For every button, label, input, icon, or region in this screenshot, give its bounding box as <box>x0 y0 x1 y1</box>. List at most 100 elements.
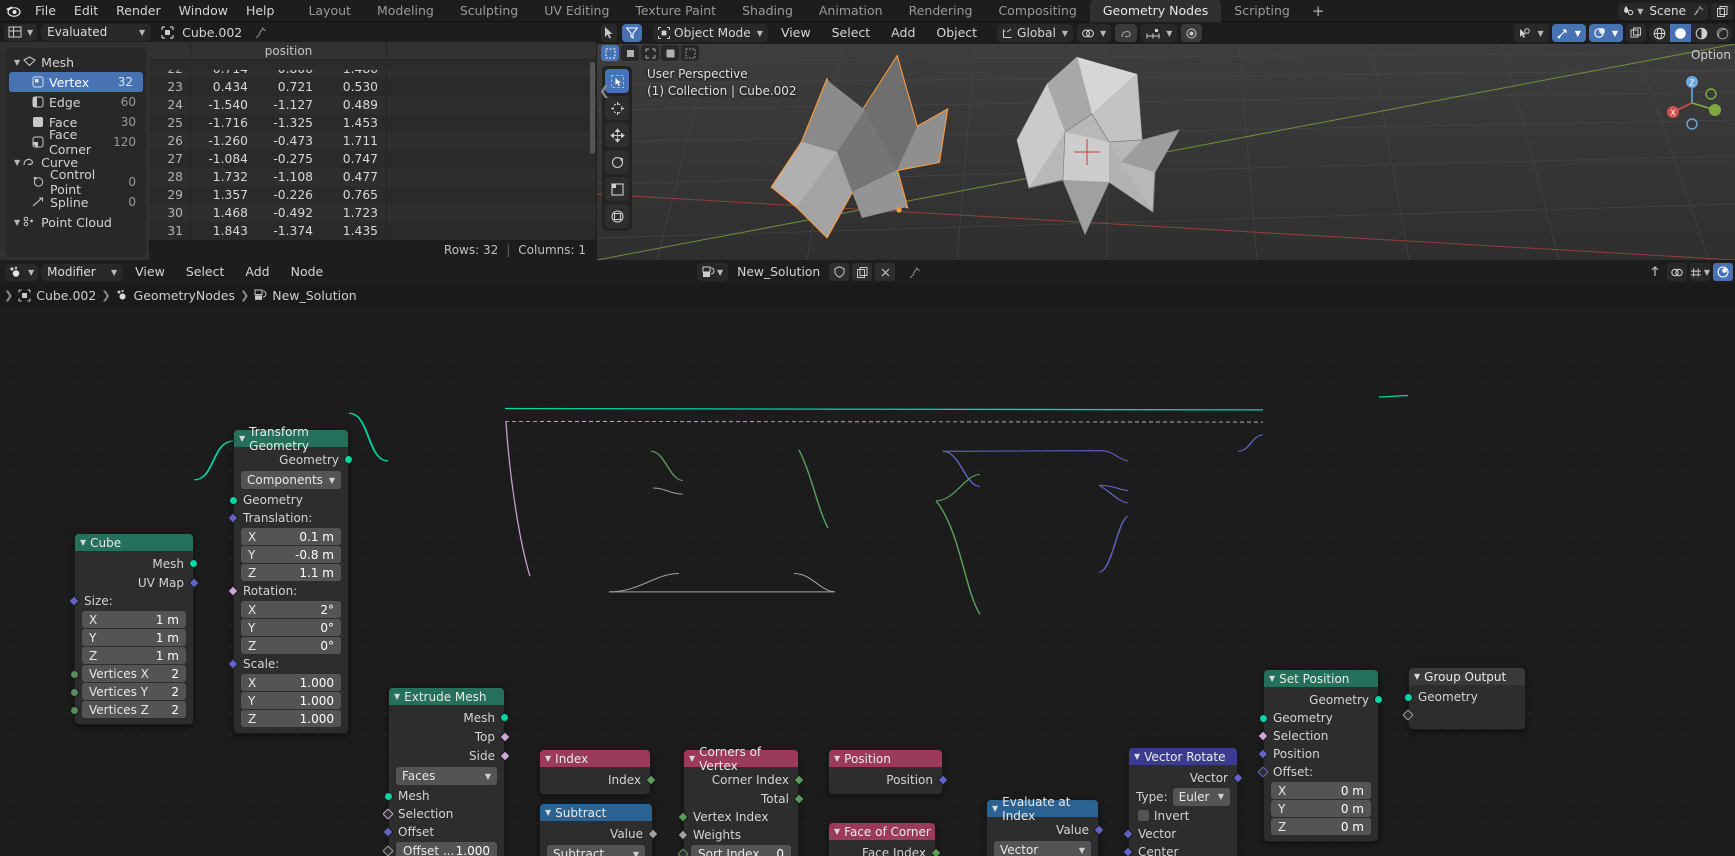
spreadsheet-row[interactable]: 31 1.843 -1.374 1.435 <box>149 222 596 240</box>
node-field-row[interactable]: Vertices X 2 <box>70 665 193 682</box>
node-value-field[interactable]: X 0 m <box>1271 782 1371 799</box>
node-output-socket[interactable] <box>189 559 198 568</box>
node-input-row[interactable]: Vector <box>1122 825 1237 843</box>
gizmo-toggle[interactable]: ▼ <box>1551 24 1586 42</box>
node-editor-pin-icon[interactable] <box>908 266 921 279</box>
node-transform[interactable]: ▼ Transform Geometry Geometry Components ▼ Ge… <box>227 425 353 734</box>
node-output-row[interactable]: Top <box>389 727 511 746</box>
spreadsheet-row[interactable]: 29 1.357 -0.226 0.765 <box>149 186 596 204</box>
node-input-row[interactable]: Translation: <box>227 509 348 527</box>
node-output-row[interactable]: Total <box>684 789 805 808</box>
node-output-row[interactable]: Corner Index <box>684 770 805 789</box>
node-header[interactable]: ▼ Corners of Vertex <box>684 745 798 773</box>
workspace-tab-sculpting[interactable]: Sculpting <box>447 0 531 22</box>
spreadsheet-tree-item-face-corner[interactable]: Face Corner 120 <box>6 127 146 157</box>
node-field-row[interactable]: Vertices Y 2 <box>70 683 193 700</box>
menu-render[interactable]: Render <box>107 0 170 22</box>
node-collapse-chevron-icon[interactable]: ▼ <box>1134 752 1140 761</box>
node-output-socket[interactable] <box>647 827 659 840</box>
node-type-row[interactable]: Type: Euler ▼ <box>1129 787 1237 806</box>
node-value-field[interactable]: Vertices Y 2 <box>82 683 186 700</box>
select-box-mode[interactable] <box>601 45 619 61</box>
node-value-field[interactable]: Vertices Z 2 <box>82 701 186 718</box>
overlays-toggle[interactable]: ▼ <box>1588 24 1623 42</box>
node-input-socket[interactable] <box>1259 714 1268 723</box>
workspace-tab-animation[interactable]: Animation <box>806 0 896 22</box>
node-input-row[interactable]: Weights <box>677 826 798 844</box>
node-field-row[interactable]: X 0 m <box>1264 782 1378 799</box>
pin-icon[interactable] <box>1692 5 1704 17</box>
node-field-row[interactable]: X 2° <box>234 601 348 618</box>
node-value-field[interactable]: Z 0 m <box>1271 818 1371 835</box>
node-input-socket[interactable] <box>70 688 79 697</box>
node-field-row[interactable]: Z 0° <box>234 637 348 654</box>
snapping-button[interactable] <box>1667 263 1687 281</box>
node-input-row[interactable]: Selection <box>1257 727 1378 745</box>
node-cube[interactable]: ▼ Cube Mesh UV Map Size: X 1 m Y 1 m Z 1 m Vertices… <box>68 533 200 725</box>
unlink-node-tree-button[interactable] <box>875 263 896 281</box>
node-dropdown[interactable]: Components ▼ <box>241 471 341 489</box>
node-dropdown[interactable]: Vector ▼ <box>994 841 1091 856</box>
tree-expand-chevron-icon[interactable]: ▼ <box>14 218 20 227</box>
node-output-socket[interactable] <box>499 749 511 762</box>
spreadsheet-row[interactable]: 30 1.468 -0.492 1.723 <box>149 204 596 222</box>
node-checkbox-row[interactable]: Invert <box>1129 806 1237 825</box>
filter-toggle-button[interactable] <box>622 24 642 42</box>
node-value-field[interactable]: X 0.1 m <box>241 528 341 545</box>
viewport-menu-view[interactable]: View <box>773 22 819 44</box>
node-header[interactable]: ▼ Evaluate at Index <box>987 795 1098 823</box>
node-position[interactable]: ▼ Position Position <box>828 749 949 795</box>
node-output-socket[interactable] <box>937 773 949 786</box>
node-input-row[interactable]: Geometry <box>1404 688 1525 706</box>
node-menu-view[interactable]: View <box>126 260 174 284</box>
node-input-socket[interactable] <box>68 595 80 607</box>
select-circle-mode[interactable] <box>681 45 699 61</box>
node-header[interactable]: ▼ Set Position <box>1264 670 1378 687</box>
node-value-field[interactable]: Offset ... 1.000 <box>396 842 497 856</box>
node-input-socket[interactable] <box>227 658 239 670</box>
node-menu-node[interactable]: Node <box>282 260 333 284</box>
dataset-mode-dropdown[interactable]: Evaluated ▼ <box>41 23 152 41</box>
node-output-row[interactable]: Geometry <box>1264 690 1383 709</box>
viewport-3d[interactable]: Object Mode ▼ View Select Add Object Glo… <box>597 22 1735 260</box>
node-collapse-chevron-icon[interactable]: ▼ <box>834 754 840 763</box>
shading-wireframe-button[interactable] <box>1649 24 1670 42</box>
node-output-socket[interactable] <box>500 713 509 722</box>
node-collapse-chevron-icon[interactable]: ▼ <box>239 434 245 443</box>
node-input-socket[interactable] <box>229 496 238 505</box>
node-value-field[interactable]: Sort Index 0 <box>691 845 791 856</box>
node-collapse-chevron-icon[interactable]: ▼ <box>834 827 840 836</box>
select-face-mode[interactable] <box>661 45 679 61</box>
node-canvas[interactable]: ▼ Cube Mesh UV Map Size: X 1 m Y 1 m Z 1 m Vertices… <box>0 306 1735 856</box>
node-input-socket[interactable] <box>1257 748 1269 760</box>
node-collapse-chevron-icon[interactable]: ▼ <box>80 538 86 547</box>
breadcrumb-item-nodetree[interactable]: New_Solution <box>272 288 356 303</box>
node-collapse-chevron-icon[interactable]: ▼ <box>689 754 695 763</box>
tool-cursor[interactable] <box>605 96 629 120</box>
node-value-field[interactable]: Z 1.000 <box>241 710 341 727</box>
workspace-tab-shading[interactable]: Shading <box>729 0 806 22</box>
node-input-row[interactable]: Position <box>1257 745 1378 763</box>
node-field-row[interactable]: Y 0° <box>234 619 348 636</box>
node-subtract1[interactable]: ▼SubtractValueSubtract▼ClampValue1.000Va… <box>539 803 659 856</box>
node-cornersofvertex[interactable]: ▼ Corners of Vertex Corner Index Total Verte… <box>677 745 805 856</box>
node-input-row[interactable]: Offset: <box>1257 763 1378 781</box>
node-evalidx1[interactable]: ▼Evaluate at IndexValueVector▼Face▼Index… <box>986 795 1105 856</box>
node-vectorrotate[interactable]: ▼ Vector Rotate Vector Type: Euler ▼ Invert Vec… <box>1122 747 1244 856</box>
node-type-dropdown[interactable]: Euler ▼ <box>1172 787 1230 806</box>
node-field-row[interactable]: Z 0 m <box>1264 818 1378 835</box>
node-output-row[interactable]: Geometry <box>234 450 353 469</box>
workspace-tab-geometry-nodes[interactable]: Geometry Nodes <box>1089 0 1222 22</box>
node-header[interactable]: ▼ Group Output <box>1409 668 1525 685</box>
tool-transform[interactable] <box>605 204 629 228</box>
node-input-row[interactable]: Rotation: <box>227 582 348 600</box>
spreadsheet-table[interactable]: position 22 0.714 0.806 1.486 23 0.434 0.721 0.… <box>149 42 596 260</box>
mesh-object-left[interactable] <box>597 22 1735 260</box>
tool-move[interactable] <box>605 123 629 147</box>
node-dropdown[interactable]: Faces ▼ <box>396 767 497 785</box>
node-value-field[interactable]: Z 0° <box>241 637 341 654</box>
node-input-socket[interactable] <box>1122 828 1134 840</box>
node-collapse-chevron-icon[interactable]: ▼ <box>992 804 998 813</box>
scene-selector[interactable]: ▼ Scene <box>1618 2 1708 20</box>
spreadsheet-tree-item-edge[interactable]: Edge 60 <box>6 92 146 112</box>
